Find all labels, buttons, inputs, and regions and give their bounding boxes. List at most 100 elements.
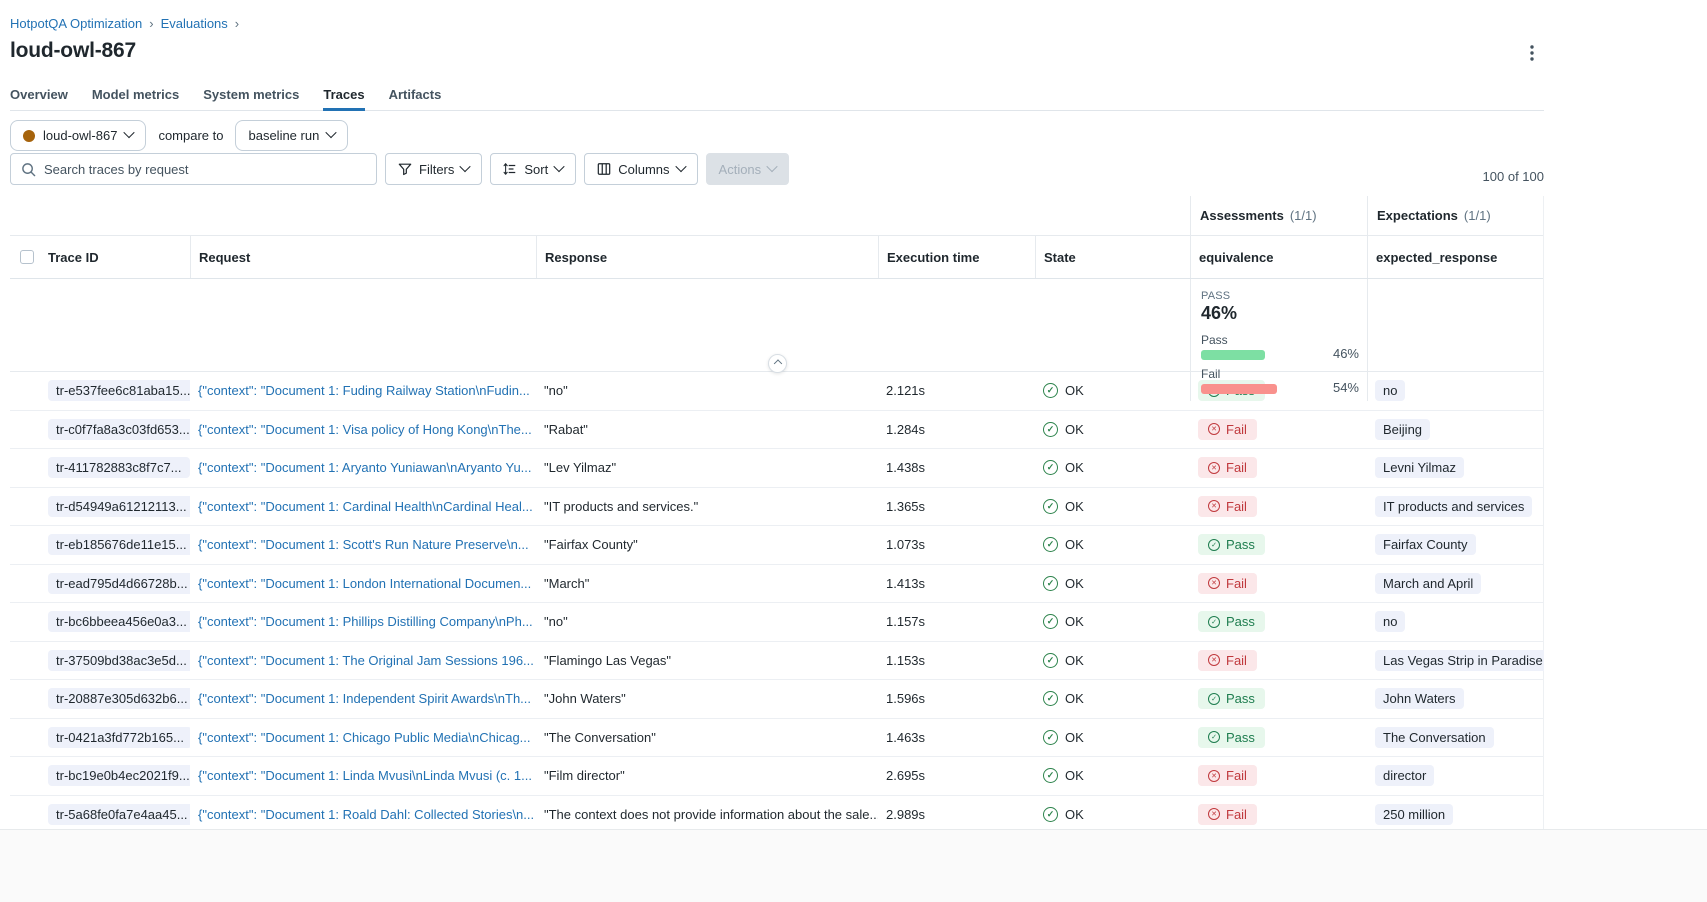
assessment-badge[interactable]: ✕Fail xyxy=(1198,457,1257,478)
check-circle-icon: ✓ xyxy=(1208,731,1220,743)
table-row[interactable]: tr-eb185676de11e15... {"context": "Docume… xyxy=(10,526,1543,565)
execution-time-cell: 1.073s xyxy=(878,537,1035,552)
select-all-checkbox[interactable] xyxy=(20,250,34,264)
trace-id-link[interactable]: tr-e537fee6c81aba15... xyxy=(48,380,190,401)
request-cell: {"context": "Document 1: The Original Ja… xyxy=(190,653,536,668)
trace-id-link[interactable]: tr-20887e305d632b6... xyxy=(48,688,190,709)
expected-response-cell: March and April xyxy=(1367,573,1544,594)
request-link[interactable]: {"context": "Document 1: Visa policy of … xyxy=(198,422,532,437)
table-row[interactable]: tr-c0f7fa8a3c03fd653... {"context": "Docu… xyxy=(10,411,1543,450)
table-row[interactable]: tr-bc6bbeea456e0a3... {"context": "Docume… xyxy=(10,603,1543,642)
column-group-header-row: Assessments (1/1) Expectations (1/1) xyxy=(10,196,1543,236)
group-header-count: (1/1) xyxy=(1290,208,1317,223)
check-circle-icon: ✓ xyxy=(1043,422,1058,437)
assessment-badge[interactable]: ✓Pass xyxy=(1198,611,1265,632)
expected-response-value: Beijing xyxy=(1375,419,1430,440)
assessment-badge[interactable]: ✕Fail xyxy=(1198,573,1257,594)
state-cell: ✓OK xyxy=(1035,499,1190,514)
request-link[interactable]: {"context": "Document 1: Aryanto Yuniawa… xyxy=(198,460,532,475)
table-header-row: Trace ID Request Response Execution time… xyxy=(10,236,1543,279)
overflow-menu-button[interactable] xyxy=(1521,42,1543,64)
assessment-badge[interactable]: ✕Fail xyxy=(1198,419,1257,440)
run-color-dot xyxy=(23,130,35,142)
trace-id-link[interactable]: tr-411782883c8f7c7... xyxy=(48,457,190,478)
table-row[interactable]: tr-ead795d4d66728b... {"context": "Docume… xyxy=(10,565,1543,604)
request-cell: {"context": "Document 1: London Internat… xyxy=(190,576,536,591)
request-link[interactable]: {"context": "Document 1: Independent Spi… xyxy=(198,691,531,706)
trace-id-link[interactable]: tr-bc19e0b4ec2021f9... xyxy=(48,765,190,786)
check-circle-icon: ✓ xyxy=(1208,539,1220,551)
request-link[interactable]: {"context": "Document 1: Chicago Public … xyxy=(198,730,531,745)
table-row[interactable]: tr-20887e305d632b6... {"context": "Docume… xyxy=(10,680,1543,719)
table-row[interactable]: tr-37509bd38ac3e5d... {"context": "Docume… xyxy=(10,642,1543,681)
assessment-badge[interactable]: ✕Fail xyxy=(1198,765,1257,786)
request-link[interactable]: {"context": "Document 1: London Internat… xyxy=(198,576,531,591)
trace-id-link[interactable]: tr-d54949a61212113... xyxy=(48,496,190,517)
assessment-badge[interactable]: ✓Pass xyxy=(1198,727,1265,748)
assessment-badge[interactable]: ✕Fail xyxy=(1198,804,1257,825)
table-row[interactable]: tr-bc19e0b4ec2021f9... {"context": "Docum… xyxy=(10,757,1543,796)
distribution-percent: 46% xyxy=(1333,346,1359,361)
execution-time-cell: 2.695s xyxy=(878,768,1035,783)
tab-model-metrics[interactable]: Model metrics xyxy=(92,87,179,110)
execution-time-cell: 1.596s xyxy=(878,691,1035,706)
trace-id-link[interactable]: tr-37509bd38ac3e5d... xyxy=(48,650,190,671)
request-link[interactable]: {"context": "Document 1: Cardinal Health… xyxy=(198,499,533,514)
check-circle-icon: ✓ xyxy=(1043,730,1058,745)
request-link[interactable]: {"context": "Document 1: Roald Dahl: Col… xyxy=(198,807,534,822)
x-circle-icon: ✕ xyxy=(1208,808,1220,820)
execution-time-cell: 1.284s xyxy=(878,422,1035,437)
assessment-badge[interactable]: ✕Fail xyxy=(1198,496,1257,517)
assessment-badge[interactable]: ✕Fail xyxy=(1198,650,1257,671)
trace-id-link[interactable]: tr-c0f7fa8a3c03fd653... xyxy=(48,419,190,440)
trace-id-cell: tr-bc19e0b4ec2021f9... xyxy=(40,765,190,786)
trace-id-cell: tr-d54949a61212113... xyxy=(40,496,190,517)
row-count-label: 100 of 100 xyxy=(10,169,1544,184)
request-link[interactable]: {"context": "Document 1: Linda Mvusi\nLi… xyxy=(198,768,532,783)
tab-artifacts[interactable]: Artifacts xyxy=(389,87,442,110)
assessment-badge[interactable]: ✓Pass xyxy=(1198,688,1265,709)
tab-system-metrics[interactable]: System metrics xyxy=(203,87,299,110)
expected-response-value: Las Vegas Strip in Paradise xyxy=(1375,650,1544,671)
trace-id-link[interactable]: tr-0421a3fd772b165... xyxy=(48,727,190,748)
response-cell: "Rabat" xyxy=(536,422,878,437)
request-cell: {"context": "Document 1: Aryanto Yuniawa… xyxy=(190,460,536,475)
collapse-summary-button[interactable] xyxy=(768,354,787,373)
group-header-label: Expectations xyxy=(1377,208,1458,223)
breadcrumb-link-experiment[interactable]: HotpotQA Optimization xyxy=(10,16,142,31)
request-link[interactable]: {"context": "Document 1: Scott's Run Nat… xyxy=(198,537,529,552)
run-select-dropdown[interactable]: loud-owl-867 xyxy=(10,120,146,151)
tab-overview[interactable]: Overview xyxy=(10,87,68,110)
trace-id-link[interactable]: tr-ead795d4d66728b... xyxy=(48,573,190,594)
expected-response-cell: IT products and services xyxy=(1367,496,1544,517)
x-circle-icon: ✕ xyxy=(1208,500,1220,512)
baseline-run-dropdown[interactable]: baseline run xyxy=(235,120,348,151)
table-row[interactable]: tr-0421a3fd772b165... {"context": "Docume… xyxy=(10,719,1543,758)
trace-id-link[interactable]: tr-bc6bbeea456e0a3... xyxy=(48,611,190,632)
page-bottom-area xyxy=(0,829,1707,902)
trace-id-link[interactable]: tr-eb185676de11e15... xyxy=(48,534,190,555)
select-all-cell xyxy=(10,236,40,278)
trace-id-cell: tr-eb185676de11e15... xyxy=(40,534,190,555)
assessment-badge[interactable]: ✓Pass xyxy=(1198,534,1265,555)
assessment-cell: ✕Fail xyxy=(1190,765,1367,786)
request-link[interactable]: {"context": "Document 1: Phillips Distil… xyxy=(198,614,533,629)
state-cell: ✓OK xyxy=(1035,576,1190,591)
trace-id-cell: tr-0421a3fd772b165... xyxy=(40,727,190,748)
breadcrumb-link-evaluations[interactable]: Evaluations xyxy=(161,16,228,31)
table-row[interactable]: tr-d54949a61212113... {"context": "Docume… xyxy=(10,488,1543,527)
trace-id-link[interactable]: tr-5a68fe0fa7e4aa45... xyxy=(48,804,190,825)
expected-response-cell: Levni Yilmaz xyxy=(1367,457,1544,478)
table-row[interactable]: tr-411782883c8f7c7... {"context": "Docume… xyxy=(10,449,1543,488)
response-cell: "The Conversation" xyxy=(536,730,878,745)
assessment-cell: ✓Pass xyxy=(1190,727,1367,748)
request-cell: {"context": "Document 1: Visa policy of … xyxy=(190,422,536,437)
tab-traces[interactable]: Traces xyxy=(323,87,364,110)
expected-response-value: IT products and services xyxy=(1375,496,1532,517)
response-cell: "John Waters" xyxy=(536,691,878,706)
request-link[interactable]: {"context": "Document 1: Fuding Railway … xyxy=(198,383,530,398)
check-circle-icon: ✓ xyxy=(1043,499,1058,514)
request-cell: {"context": "Document 1: Independent Spi… xyxy=(190,691,536,706)
request-link[interactable]: {"context": "Document 1: The Original Ja… xyxy=(198,653,534,668)
x-circle-icon: ✕ xyxy=(1208,654,1220,666)
